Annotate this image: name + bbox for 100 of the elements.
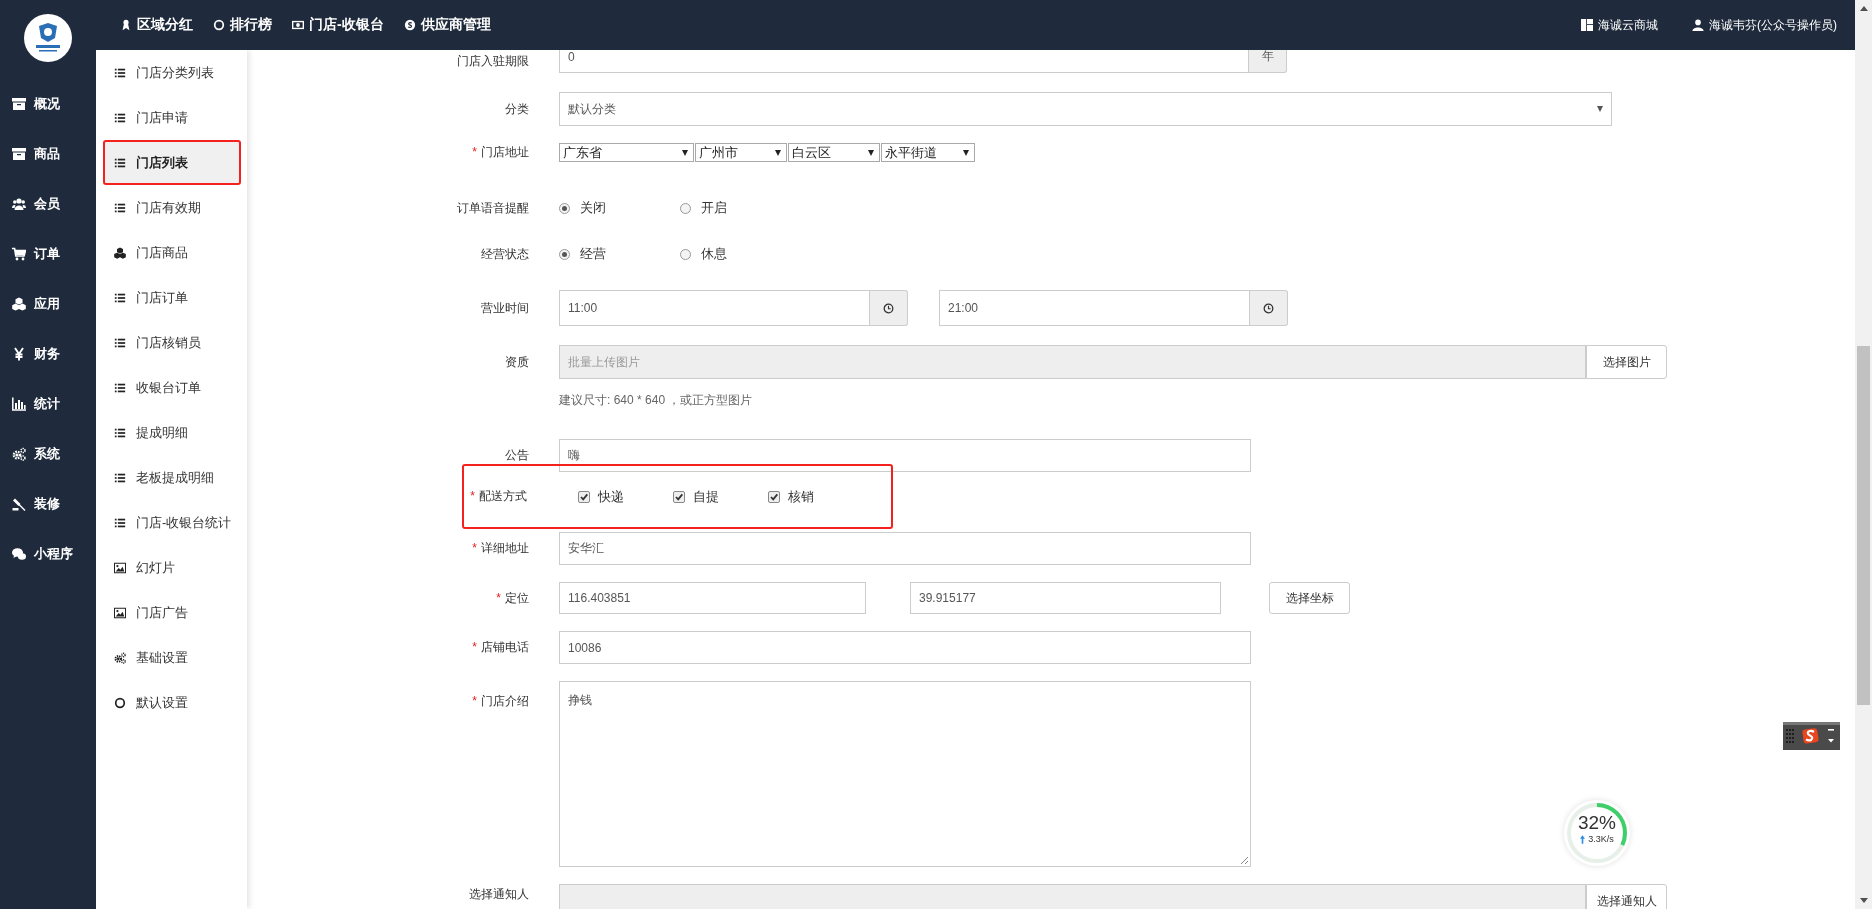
checkbox[interactable] — [578, 490, 590, 503]
submenu-item[interactable]: 幻灯片 — [96, 545, 247, 590]
scroll-down-icon[interactable] — [1859, 898, 1868, 903]
time-picker-button[interactable] — [870, 290, 908, 326]
option-label: 自提 — [693, 487, 719, 506]
award-icon — [120, 19, 132, 31]
submenu-item[interactable]: 门店列表 — [103, 140, 241, 185]
select-recipient-button[interactable]: 选择通知人 — [1586, 884, 1667, 909]
archive-icon — [12, 147, 26, 161]
select-field[interactable]: 广州市 — [695, 143, 787, 162]
circle-icon — [114, 696, 126, 709]
ime-toolbar[interactable] — [1783, 722, 1840, 750]
user-menu[interactable]: 海诚韦芬(公众号操作员) — [1692, 16, 1837, 34]
option-label: 核销 — [788, 487, 814, 506]
cubes-icon — [114, 246, 126, 259]
select-field[interactable]: 白云区 — [788, 143, 880, 162]
submenu-item[interactable]: 默认设置 — [96, 680, 247, 725]
percent-text: 32% — [1578, 813, 1616, 833]
logo-icon[interactable] — [24, 14, 72, 62]
field-label: 经营状态 — [481, 246, 529, 261]
sidebar-item[interactable]: 商品 — [0, 129, 96, 179]
submenu-item[interactable]: 门店分类列表 — [96, 50, 247, 95]
required-mark: * — [470, 489, 475, 503]
sidebar-item[interactable]: 会员 — [0, 179, 96, 229]
input-field[interactable]: 嗨 — [559, 439, 1251, 472]
bar-chart-icon — [12, 397, 26, 411]
users-icon — [12, 197, 26, 211]
required-mark: * — [472, 541, 477, 555]
submenu-item[interactable]: 门店广告 — [96, 590, 247, 635]
list-icon — [114, 336, 126, 349]
field-label: 营业时间 — [481, 300, 529, 315]
submenu-item[interactable]: 门店订单 — [96, 275, 247, 320]
radio-button[interactable] — [680, 202, 691, 214]
submenu-item[interactable]: 门店申请 — [96, 95, 247, 140]
arrow-up-icon — [1580, 834, 1586, 844]
text-area[interactable]: 挣钱 — [559, 681, 1251, 867]
radio-button[interactable] — [559, 202, 570, 214]
nav-link[interactable]: 门店-收银台 — [292, 16, 384, 34]
input-field[interactable]: 39.915177 — [910, 582, 1221, 614]
select-field[interactable]: 默认分类 — [559, 92, 1612, 126]
field-label: 定位 — [505, 590, 529, 605]
input-field[interactable]: 0 — [559, 50, 1249, 73]
nav-link[interactable]: 区域分红 — [120, 16, 193, 34]
caret-icon — [775, 149, 781, 156]
sidebar-item[interactable]: 订单 — [0, 229, 96, 279]
field-label: 门店地址 — [481, 145, 529, 159]
sidebar-item[interactable]: 概况 — [0, 79, 96, 129]
input-field[interactable]: 安华汇 — [559, 532, 1251, 565]
network-speed-widget[interactable]: 32% 3.3K/s — [1564, 800, 1630, 866]
submenu-item[interactable]: 门店有效期 — [96, 185, 247, 230]
field-label: 分类 — [505, 101, 529, 116]
sidebar-item[interactable]: 财务 — [0, 329, 96, 379]
scroll-up-icon[interactable] — [1859, 6, 1868, 11]
nav-link[interactable]: 海诚云商城 — [1581, 16, 1658, 34]
checkbox[interactable] — [768, 490, 780, 503]
input-field[interactable]: 11:00 — [559, 290, 870, 326]
select-image-button[interactable]: 选择图片 — [1586, 345, 1667, 379]
submenu-item[interactable]: 门店核销员 — [96, 320, 247, 365]
radio-button[interactable] — [680, 248, 691, 260]
field-label: 选择通知人 — [469, 887, 529, 901]
submenu-item[interactable]: 门店-收银台统计 — [96, 500, 247, 545]
list-icon — [114, 156, 126, 169]
select-field[interactable]: 广东省 — [559, 143, 694, 162]
resize-handle-icon[interactable] — [1241, 857, 1248, 864]
sidebar-item[interactable]: 统计 — [0, 379, 96, 429]
submenu-item[interactable]: 老板提成明细 — [96, 455, 247, 500]
scrollbar[interactable] — [1855, 0, 1872, 909]
option-label: 休息 — [701, 245, 727, 263]
sidebar-item[interactable]: 系统 — [0, 429, 96, 479]
sidebar-item[interactable]: 小程序 — [0, 529, 96, 579]
circle-icon — [213, 19, 225, 31]
submenu-item[interactable]: 收银台订单 — [96, 365, 247, 410]
select-coordinates-button[interactable]: 选择坐标 — [1269, 582, 1350, 614]
submenu-item[interactable]: 提成明细 — [96, 410, 247, 455]
checkbox[interactable] — [673, 490, 685, 503]
required-mark: * — [472, 145, 477, 159]
nav-link[interactable]: 供应商管理 — [403, 16, 491, 34]
select-field[interactable]: 永平街道 — [881, 143, 975, 162]
sidebar-item[interactable]: 装修 — [0, 479, 96, 529]
radio-button[interactable] — [559, 248, 570, 260]
gears-icon — [114, 651, 126, 664]
input-field[interactable]: 116.403851 — [559, 582, 866, 614]
sidebar-item[interactable]: 应用 — [0, 279, 96, 329]
scrollbar-thumb[interactable] — [1857, 346, 1870, 705]
input-field[interactable] — [559, 884, 1586, 909]
grid-icon — [1581, 19, 1593, 31]
input-field[interactable]: 21:00 — [939, 290, 1250, 326]
required-mark: * — [472, 640, 477, 654]
submenu-item[interactable]: 门店商品 — [96, 230, 247, 275]
time-picker-button[interactable] — [1250, 290, 1288, 326]
field-label: 公告 — [505, 448, 529, 462]
list-icon — [114, 291, 126, 304]
submenu-item[interactable]: 基础设置 — [96, 635, 247, 680]
input-field[interactable]: 10086 — [559, 631, 1251, 664]
field-label: 店铺电话 — [481, 640, 529, 654]
list-icon — [114, 426, 126, 439]
list-icon — [114, 381, 126, 394]
nav-link[interactable]: 排行榜 — [213, 16, 272, 34]
option-label: 经营 — [580, 245, 606, 263]
option-label: 开启 — [701, 199, 727, 217]
